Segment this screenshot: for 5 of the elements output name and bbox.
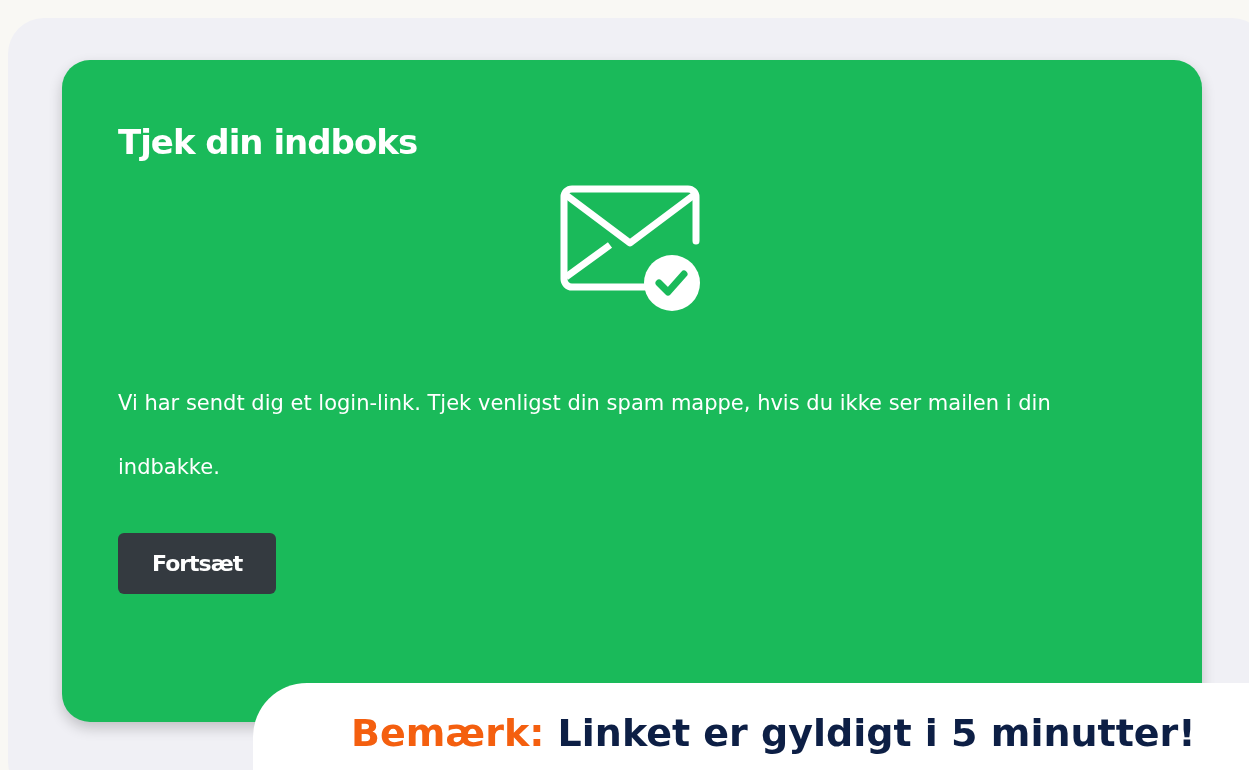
card-title: Tjek din indboks — [118, 122, 419, 163]
note-text: Linket er gyldigt i 5 minutter! — [557, 711, 1196, 755]
info-message: Vi har sendt dig et login-link. Tjek venligst din spam mappe, hvis du ikke ser mailen i din indbakke. — [118, 389, 1052, 481]
continue-button[interactable]: Fortsæt — [118, 532, 277, 594]
note-label: Bemærk: — [351, 711, 545, 755]
